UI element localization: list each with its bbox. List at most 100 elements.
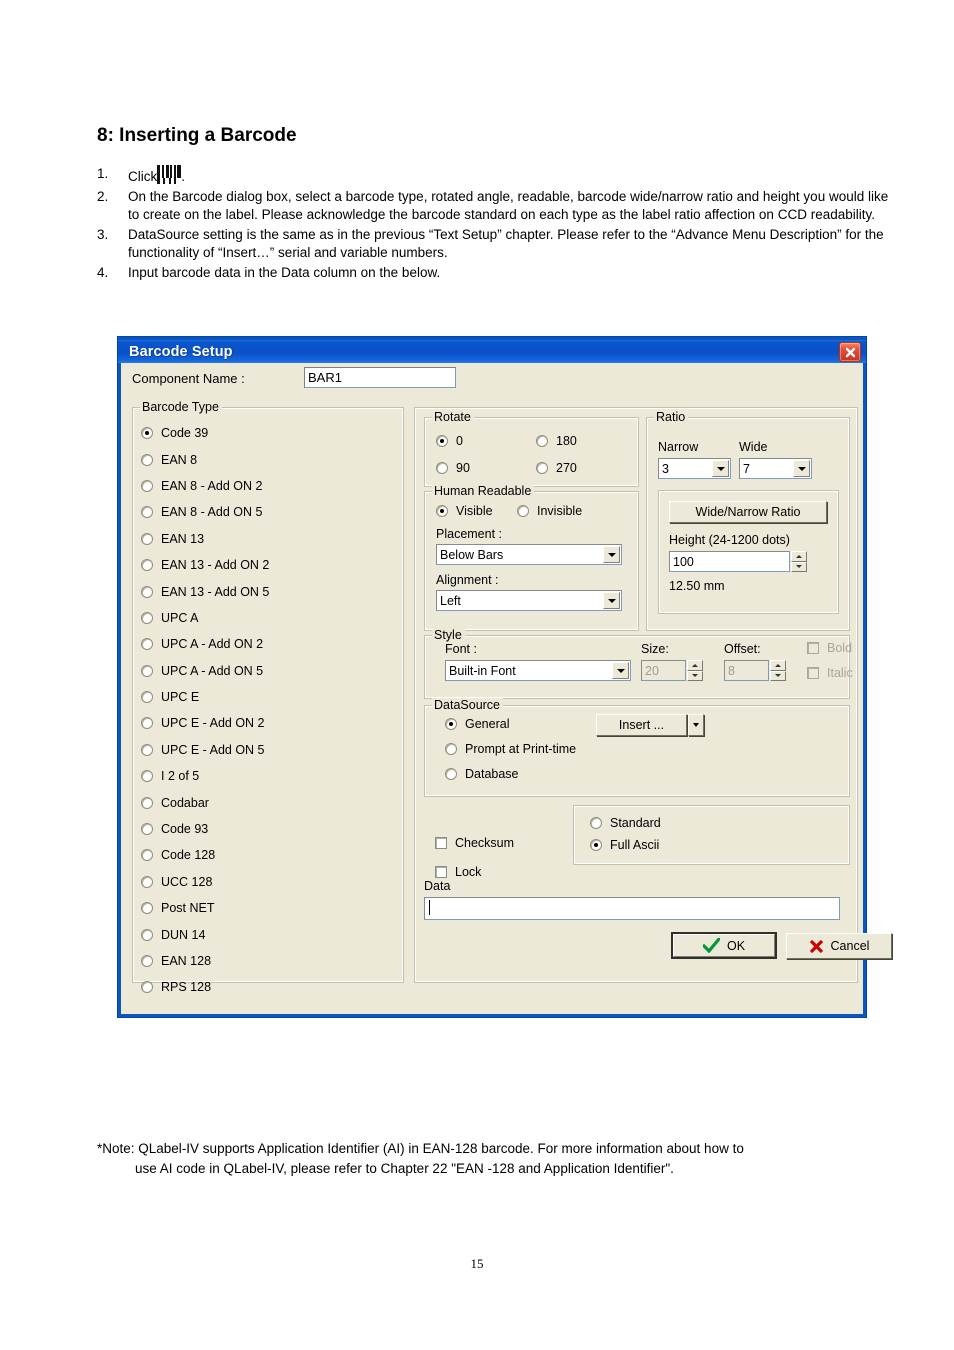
radio-icon[interactable] <box>536 462 548 474</box>
barcode-type-option-upca-add-on-5[interactable]: UPC A - Add ON 5 <box>141 658 399 684</box>
dialog-titlebar[interactable]: Barcode Setup <box>118 337 866 363</box>
barcode-type-option-dun14[interactable]: DUN 14 <box>141 921 399 947</box>
close-icon[interactable] <box>839 342 861 362</box>
radio-icon[interactable] <box>141 981 153 994</box>
radio-icon[interactable] <box>141 611 153 624</box>
human-readable-invisible[interactable]: Invisible <box>517 504 582 518</box>
radio-icon[interactable] <box>141 928 153 941</box>
barcode-type-option-ean8[interactable]: EAN 8 <box>141 446 399 472</box>
radio-icon[interactable] <box>141 691 153 704</box>
radio-icon[interactable] <box>141 823 153 836</box>
radio-icon[interactable] <box>141 743 153 756</box>
barcode-type-option-code93[interactable]: Code 93 <box>141 816 399 842</box>
radio-icon[interactable] <box>445 718 457 730</box>
wide-select[interactable]: 7 <box>739 458 812 479</box>
radio-icon[interactable] <box>141 479 153 492</box>
barcode-type-option-upce-add-on-5[interactable]: UPC E - Add ON 5 <box>141 737 399 763</box>
radio-icon[interactable] <box>536 435 548 447</box>
spin-up-icon[interactable] <box>770 660 786 671</box>
datasource-option-general[interactable]: General <box>445 717 509 731</box>
rotate-option-180[interactable]: 180 <box>536 434 577 448</box>
radio-icon[interactable] <box>141 453 153 466</box>
radio-icon[interactable] <box>141 638 153 651</box>
barcode-type-option-upca[interactable]: UPC A <box>141 605 399 631</box>
barcode-type-option-ean8-add-on-2[interactable]: EAN 8 - Add ON 2 <box>141 473 399 499</box>
checkbox-icon[interactable] <box>807 642 819 654</box>
alignment-select[interactable]: Left <box>436 590 622 611</box>
offset-spin-buttons[interactable] <box>770 660 786 681</box>
offset-stepper[interactable]: 8 <box>724 660 786 681</box>
chevron-down-icon[interactable] <box>603 592 620 609</box>
data-input[interactable] <box>424 897 840 920</box>
height-input[interactable]: 100 <box>669 551 790 572</box>
barcode-type-option-ean128[interactable]: EAN 128 <box>141 948 399 974</box>
datasource-option-prompt[interactable]: Prompt at Print-time <box>445 742 576 756</box>
ascii-option-standard[interactable]: Standard <box>590 816 661 830</box>
chevron-down-icon[interactable] <box>712 460 729 477</box>
narrow-select[interactable]: 3 <box>658 458 731 479</box>
radio-icon[interactable] <box>141 796 153 809</box>
barcode-type-option-postnet[interactable]: Post NET <box>141 895 399 921</box>
barcode-type-option-ean13[interactable]: EAN 13 <box>141 526 399 552</box>
rotate-option-0[interactable]: 0 <box>436 434 463 448</box>
barcode-type-option-i2of5[interactable]: I 2 of 5 <box>141 763 399 789</box>
size-input[interactable]: 20 <box>641 660 686 681</box>
spin-up-icon[interactable] <box>791 551 807 562</box>
radio-icon[interactable] <box>141 585 153 598</box>
height-stepper[interactable]: 100 <box>669 551 807 572</box>
ok-button[interactable]: OK <box>671 932 777 959</box>
radio-icon[interactable] <box>590 839 602 851</box>
spin-down-icon[interactable] <box>770 670 786 681</box>
checkbox-icon[interactable] <box>435 837 447 849</box>
radio-icon[interactable] <box>141 955 153 967</box>
radio-icon[interactable] <box>436 435 448 447</box>
spin-down-icon[interactable] <box>687 670 703 681</box>
barcode-type-option-code39[interactable]: Code 39 <box>141 420 399 446</box>
barcode-type-option-upce[interactable]: UPC E <box>141 684 399 710</box>
checksum-checkbox[interactable]: Checksum <box>435 836 514 850</box>
chevron-down-icon[interactable] <box>603 546 620 563</box>
human-readable-visible[interactable]: Visible <box>436 504 493 518</box>
radio-icon[interactable] <box>517 505 529 517</box>
ascii-option-full-ascii[interactable]: Full Ascii <box>590 838 659 852</box>
size-spin-buttons[interactable] <box>687 660 703 681</box>
radio-icon[interactable] <box>141 717 153 730</box>
radio-icon[interactable] <box>141 664 153 677</box>
rotate-option-270[interactable]: 270 <box>536 461 577 475</box>
insert-dropdown-chevron-down-icon[interactable] <box>688 714 704 736</box>
spin-down-icon[interactable] <box>791 561 807 572</box>
radio-icon[interactable] <box>141 849 153 862</box>
radio-icon[interactable] <box>436 505 448 517</box>
spin-up-icon[interactable] <box>687 660 703 671</box>
radio-icon[interactable] <box>141 902 153 915</box>
radio-icon[interactable] <box>141 875 153 888</box>
datasource-option-database[interactable]: Database <box>445 767 519 781</box>
radio-icon[interactable] <box>141 559 153 572</box>
checkbox-icon[interactable] <box>435 866 447 878</box>
barcode-type-option-rps128[interactable]: RPS 128 <box>141 974 399 1000</box>
checkbox-icon[interactable] <box>807 667 819 679</box>
radio-icon[interactable] <box>141 427 153 440</box>
radio-icon[interactable] <box>436 462 448 474</box>
radio-icon[interactable] <box>590 817 602 829</box>
barcode-type-option-ean13-add-on-5[interactable]: EAN 13 - Add ON 5 <box>141 578 399 604</box>
barcode-type-option-ean8-add-on-5[interactable]: EAN 8 - Add ON 5 <box>141 499 399 525</box>
barcode-type-option-code128[interactable]: Code 128 <box>141 842 399 868</box>
chevron-down-icon[interactable] <box>612 662 629 679</box>
radio-icon[interactable] <box>445 768 457 780</box>
offset-input[interactable]: 8 <box>724 660 769 681</box>
radio-icon[interactable] <box>445 743 457 755</box>
wide-narrow-ratio-button[interactable]: Wide/Narrow Ratio <box>669 501 827 523</box>
font-select[interactable]: Built-in Font <box>445 660 631 681</box>
barcode-type-option-upce-add-on-2[interactable]: UPC E - Add ON 2 <box>141 710 399 736</box>
radio-icon[interactable] <box>141 532 153 545</box>
height-spin-buttons[interactable] <box>791 551 807 572</box>
barcode-type-option-ean13-add-on-2[interactable]: EAN 13 - Add ON 2 <box>141 552 399 578</box>
bold-checkbox[interactable]: Bold <box>807 641 852 655</box>
barcode-type-option-codabar[interactable]: Codabar <box>141 789 399 815</box>
insert-button[interactable]: Insert ... <box>596 714 687 736</box>
cancel-button[interactable]: Cancel <box>786 933 892 959</box>
lock-checkbox[interactable]: Lock <box>435 865 481 879</box>
rotate-option-90[interactable]: 90 <box>436 461 470 475</box>
radio-icon[interactable] <box>141 770 153 783</box>
